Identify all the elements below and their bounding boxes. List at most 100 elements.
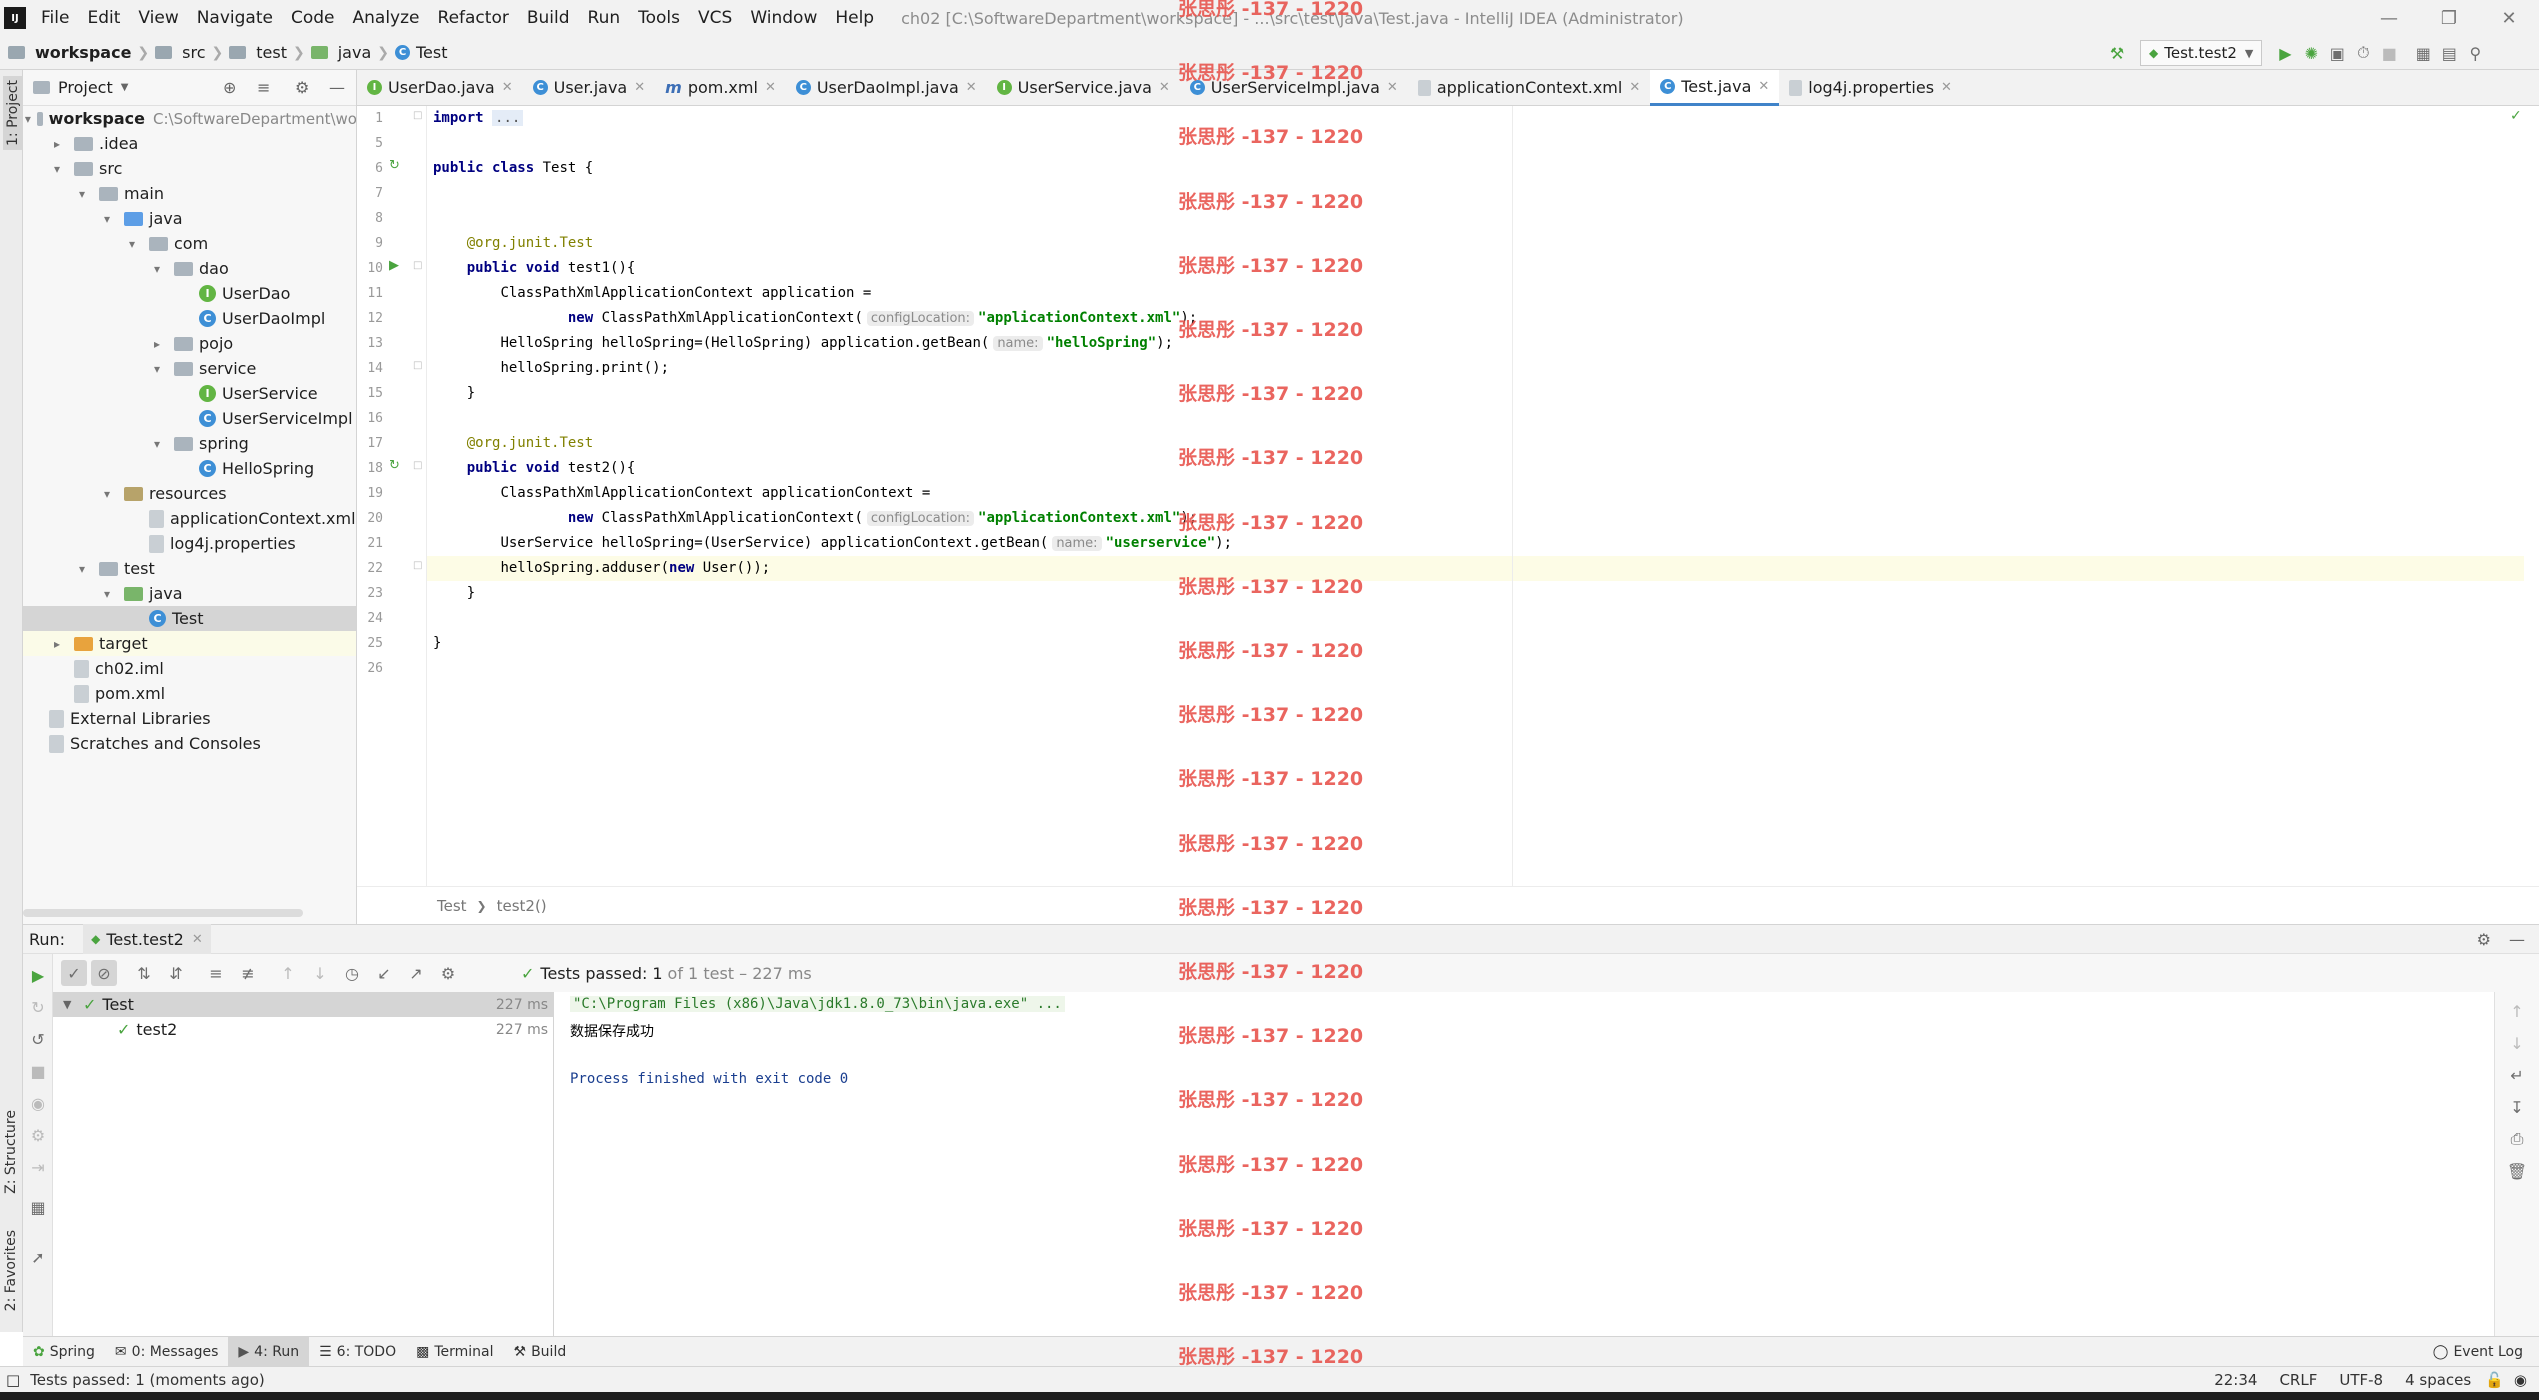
menu-build[interactable]: Build — [518, 0, 579, 36]
chevron-down-icon[interactable]: ▾ — [154, 362, 168, 376]
fold-marker-icon[interactable]: □ — [413, 360, 422, 371]
chevron-down-icon[interactable]: ▼ — [121, 82, 129, 93]
show-ignored-icon[interactable]: ⊘ — [91, 960, 117, 986]
editor-tab[interactable]: C Test.java ✕ — [1650, 69, 1780, 106]
restore-icon[interactable]: ❐ — [2419, 8, 2479, 29]
menu-edit[interactable]: Edit — [78, 0, 129, 36]
chevron-down-icon[interactable]: ▾ — [154, 262, 168, 276]
rerun-icon[interactable]: ▶ — [25, 962, 51, 988]
clear-all-icon[interactable]: 🗑 — [2504, 1158, 2530, 1184]
close-icon[interactable]: ✕ — [966, 80, 977, 95]
tool-tab-spring[interactable]: ✿ Spring — [23, 1337, 105, 1367]
lock-icon[interactable]: 🔓 — [2485, 1371, 2504, 1389]
close-icon[interactable]: ✕ — [634, 80, 645, 95]
chevron-right-icon[interactable]: ▸ — [154, 337, 168, 351]
chevron-down-icon[interactable]: ▾ — [25, 112, 31, 126]
fold-marker-icon[interactable]: □ — [413, 260, 422, 271]
scroll-up-icon[interactable]: ↑ — [2504, 998, 2530, 1024]
chevron-down-icon[interactable]: ▾ — [54, 162, 68, 176]
test-history-icon[interactable]: ◷ — [339, 960, 365, 986]
layout-icon[interactable]: ▦ — [25, 1194, 51, 1220]
tree-item[interactable]: ▾ java — [23, 206, 356, 231]
menu-view[interactable]: View — [129, 0, 187, 36]
status-message[interactable]: Tests passed: 1 (moments ago) — [30, 1371, 265, 1389]
chevron-down-icon[interactable]: ▼ — [63, 998, 83, 1011]
menu-file[interactable]: File — [32, 0, 78, 36]
tool-tab-messages[interactable]: ✉ 0: Messages — [105, 1337, 228, 1367]
close-icon[interactable]: ✕ — [192, 932, 203, 947]
tool-tab-terminal[interactable]: ▩ Terminal — [406, 1337, 503, 1367]
close-icon[interactable]: ✕ — [1758, 79, 1769, 94]
scroll-to-end-icon[interactable]: ↧ — [2504, 1094, 2530, 1120]
menu-tools[interactable]: Tools — [629, 0, 689, 36]
dump-threads-icon[interactable]: ◉ — [25, 1090, 51, 1116]
export-tests-icon[interactable]: ↗ — [403, 960, 429, 986]
chevron-right-icon[interactable]: ▸ — [54, 137, 68, 151]
breadcrumb-test-class[interactable]: Test — [416, 43, 448, 62]
close-icon[interactable]: ✕ — [2479, 8, 2539, 29]
gear-icon[interactable]: ⚙ — [2477, 930, 2491, 949]
close-icon[interactable]: ✕ — [1941, 80, 1952, 95]
console-output[interactable]: "C:\Program Files (x86)\Java\jdk1.8.0_73… — [554, 992, 2494, 1336]
close-icon[interactable]: ✕ — [1629, 80, 1640, 95]
minimize-icon[interactable]: — — [2359, 8, 2419, 29]
chevron-down-icon[interactable]: ▾ — [104, 487, 118, 501]
tree-item[interactable]: C UserDaoImpl — [23, 306, 356, 331]
chevron-down-icon[interactable]: ▾ — [104, 212, 118, 226]
close-icon[interactable]: ✕ — [1159, 80, 1170, 95]
caret-position[interactable]: 22:34 — [2214, 1371, 2257, 1389]
locate-file-icon[interactable]: ⊕ — [223, 78, 236, 97]
editor-tab[interactable]: I UserService.java ✕ — [987, 70, 1180, 106]
export-icon[interactable]: ⇥ — [25, 1154, 51, 1180]
coverage-icon[interactable]: ▣ — [2324, 40, 2350, 66]
memory-indicator-icon[interactable]: ◉ — [2514, 1371, 2527, 1389]
stop-icon[interactable]: ■ — [2376, 40, 2402, 66]
editor-tab[interactable]: m pom.xml ✕ — [655, 70, 786, 106]
tree-item[interactable]: applicationContext.xml — [23, 506, 356, 531]
tree-item[interactable]: ▾ src — [23, 156, 356, 181]
stop-icon[interactable]: ■ — [25, 1058, 51, 1084]
show-passed-icon[interactable]: ✓ — [61, 960, 87, 986]
run-test-gutter-icon[interactable]: ↻ — [389, 458, 400, 473]
run-icon[interactable]: ▶ — [2272, 40, 2298, 66]
tree-item[interactable]: ▾ resources — [23, 481, 356, 506]
run-class-gutter-icon[interactable]: ↻ — [389, 158, 400, 173]
menu-code[interactable]: Code — [282, 0, 344, 36]
tool-tab-run[interactable]: ▶ 4: Run — [228, 1336, 310, 1367]
menu-vcs[interactable]: VCS — [689, 0, 741, 36]
next-failed-icon[interactable]: ↓ — [307, 960, 333, 986]
tool-tab-todo[interactable]: ☰ 6: TODO — [309, 1337, 406, 1367]
rerun-failed-icon[interactable]: ↻ — [25, 994, 51, 1020]
horizontal-scrollbar[interactable] — [23, 909, 303, 917]
previous-failed-icon[interactable]: ↑ — [275, 960, 301, 986]
tree-item[interactable]: ▾ spring — [23, 431, 356, 456]
sort-alpha-icon[interactable]: ⇅ — [131, 960, 157, 986]
chevron-down-icon[interactable]: ▾ — [79, 562, 93, 576]
gear-icon[interactable]: ⚙ — [435, 960, 461, 986]
tree-item[interactable]: ▾ com — [23, 231, 356, 256]
test-row[interactable]: ▼ ✓ Test 227 ms — [53, 992, 554, 1017]
tree-item[interactable]: ▾ main — [23, 181, 356, 206]
code-editor[interactable]: import ... public class Test { @org.juni… — [427, 106, 2524, 886]
status-toggle-icon[interactable]: □ — [6, 1371, 20, 1389]
build-hammer-icon[interactable]: ⚒ — [2104, 40, 2130, 66]
close-icon[interactable]: ✕ — [765, 80, 776, 95]
chevron-down-icon[interactable]: ▾ — [154, 437, 168, 451]
sort-duration-icon[interactable]: ⇵ — [163, 960, 189, 986]
collapse-all-icon[interactable]: ≢ — [235, 960, 261, 986]
chevron-down-icon[interactable]: ▾ — [79, 187, 93, 201]
profile-icon[interactable]: ⏱ — [2350, 40, 2376, 66]
breadcrumb-java[interactable]: java — [338, 43, 372, 62]
project-structure-icon[interactable]: ▦ — [2410, 40, 2436, 66]
run-config-selector[interactable]: ◆ Test.test2 ▼ — [2140, 40, 2263, 66]
side-tab-favorites[interactable]: 2: Favorites — [3, 1230, 19, 1311]
tree-item[interactable]: C Test — [23, 606, 356, 631]
line-separator[interactable]: CRLF — [2279, 1371, 2317, 1389]
chevron-down-icon[interactable]: ▾ — [104, 587, 118, 601]
tree-item[interactable]: ▸ .idea — [23, 131, 356, 156]
tree-item[interactable]: C UserServiceImpl — [23, 406, 356, 431]
fold-marker-icon[interactable]: □ — [413, 460, 422, 471]
search-icon[interactable]: ⚲ — [2462, 40, 2488, 66]
tree-item[interactable]: ▸ target — [23, 631, 356, 656]
tree-item[interactable]: ▾ service — [23, 356, 356, 381]
